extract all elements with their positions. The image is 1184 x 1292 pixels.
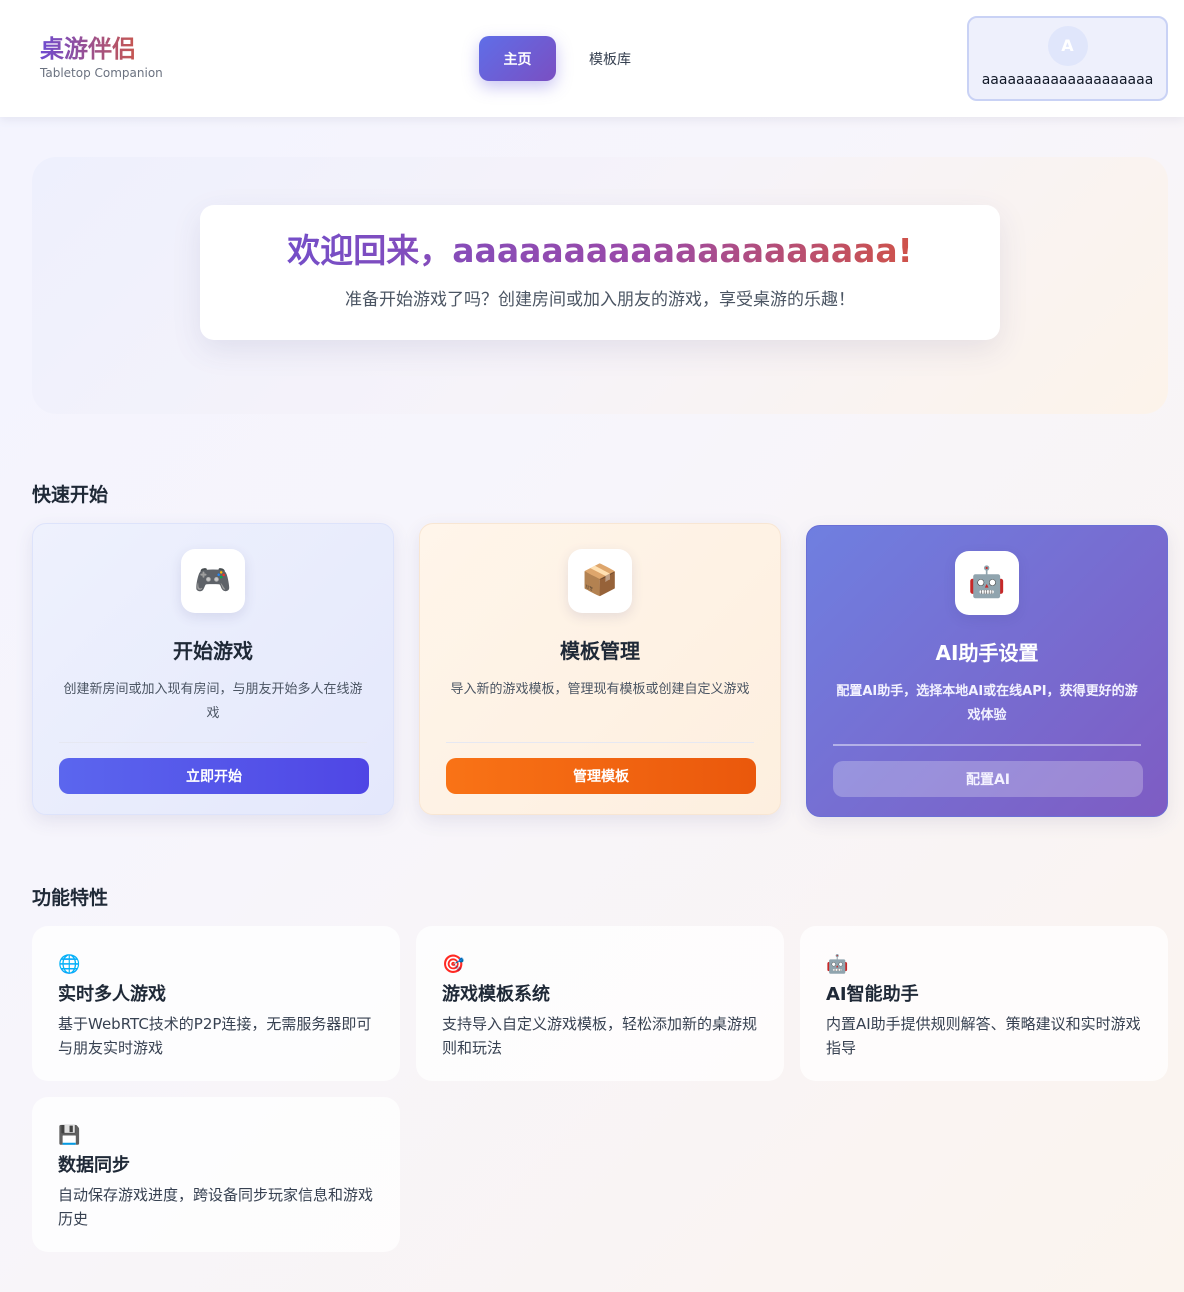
nav-home-button[interactable]: 主页 <box>479 36 556 81</box>
card-title: 模板管理 <box>560 639 640 663</box>
welcome-subtitle: 准备开始游戏了吗？创建房间或加入朋友的游戏，享受桌游的乐趣！ <box>345 290 855 310</box>
features-heading: 功能特性 <box>32 887 109 909</box>
robot-icon: 🤖 <box>955 551 1019 615</box>
feature-title: 实时多人游戏 <box>58 984 166 1005</box>
globe-icon: 🌐 <box>58 954 81 975</box>
gamepad-icon: 🎮 <box>181 549 245 613</box>
logo-subtitle: Tabletop Companion <box>40 66 163 80</box>
logo[interactable]: 桌游伴侣 Tabletop Companion <box>40 34 163 80</box>
robot-icon: 🤖 <box>826 954 849 975</box>
welcome-card: 欢迎回来，aaaaaaaaaaaaaaaaaaaa! 准备开始游戏了吗？创建房间… <box>200 205 1000 340</box>
feature-title: AI智能助手 <box>826 984 919 1005</box>
card-description: 配置AI助手，选择本地AI或在线API，获得更好的游戏体验 <box>836 684 1138 723</box>
feature-description: 基于WebRTC技术的P2P连接，无需服务器即可与朋友实时游戏 <box>58 1015 372 1057</box>
feature-card-ai-assistant: 🤖 AI智能助手 内置AI助手提供规则解答、策略建议和实时游戏指导 <box>800 926 1168 1081</box>
feature-card-realtime-multiplayer: 🌐 实时多人游戏 基于WebRTC技术的P2P连接，无需服务器即可与朋友实时游戏 <box>32 926 400 1081</box>
feature-card-data-sync: 💾 数据同步 自动保存游戏进度，跨设备同步玩家信息和游戏历史 <box>32 1097 400 1252</box>
floppy-disk-icon: 💾 <box>58 1125 81 1146</box>
avatar: A <box>1047 26 1088 66</box>
quick-start-heading: 快速开始 <box>32 484 109 506</box>
nav-templates-button[interactable]: 模板库 <box>574 36 646 81</box>
configure-ai-button[interactable]: 配置AI <box>833 761 1143 797</box>
start-now-button[interactable]: 立即开始 <box>59 758 369 794</box>
divider <box>833 744 1141 746</box>
feature-title: 数据同步 <box>58 1155 130 1176</box>
quick-start-card-ai-settings: 🤖 AI助手设置 配置AI助手，选择本地AI或在线API，获得更好的游戏体验 配… <box>806 525 1168 817</box>
quick-start-card-template-management: 📦 模板管理 导入新的游戏模板，管理现有模板或创建自定义游戏 管理模板 <box>419 523 781 815</box>
welcome-title: 欢迎回来，aaaaaaaaaaaaaaaaaaaa! <box>200 229 1000 273</box>
user-name: aaaaaaaaaaaaaaaaaaaa <box>981 72 1154 88</box>
logo-title: 桌游伴侣 <box>40 34 163 64</box>
welcome-hero: 欢迎回来，aaaaaaaaaaaaaaaaaaaa! 准备开始游戏了吗？创建房间… <box>32 157 1168 414</box>
card-title: AI助手设置 <box>935 641 1039 665</box>
card-description: 创建新房间或加入现有房间，与朋友开始多人在线游戏 <box>63 682 363 721</box>
feature-description: 内置AI助手提供规则解答、策略建议和实时游戏指导 <box>826 1015 1141 1057</box>
manage-templates-button[interactable]: 管理模板 <box>446 758 756 794</box>
feature-title: 游戏模板系统 <box>442 984 550 1005</box>
feature-card-template-system: 🎯 游戏模板系统 支持导入自定义游戏模板，轻松添加新的桌游规则和玩法 <box>416 926 784 1081</box>
target-icon: 🎯 <box>442 954 465 975</box>
card-description: 导入新的游戏模板，管理现有模板或创建自定义游戏 <box>450 682 750 697</box>
package-icon: 📦 <box>568 549 632 613</box>
divider <box>59 742 367 743</box>
card-title: 开始游戏 <box>173 639 253 663</box>
feature-description: 支持导入自定义游戏模板，轻松添加新的桌游规则和玩法 <box>442 1015 758 1057</box>
app-header: 桌游伴侣 Tabletop Companion 主页 模板库 A aaaaaaa… <box>0 0 1184 117</box>
quick-start-card-start-game: 🎮 开始游戏 创建新房间或加入现有房间，与朋友开始多人在线游戏 立即开始 <box>32 523 394 815</box>
divider <box>446 742 754 743</box>
feature-description: 自动保存游戏进度，跨设备同步玩家信息和游戏历史 <box>58 1186 374 1228</box>
user-profile-card[interactable]: A aaaaaaaaaaaaaaaaaaaa <box>967 16 1168 101</box>
